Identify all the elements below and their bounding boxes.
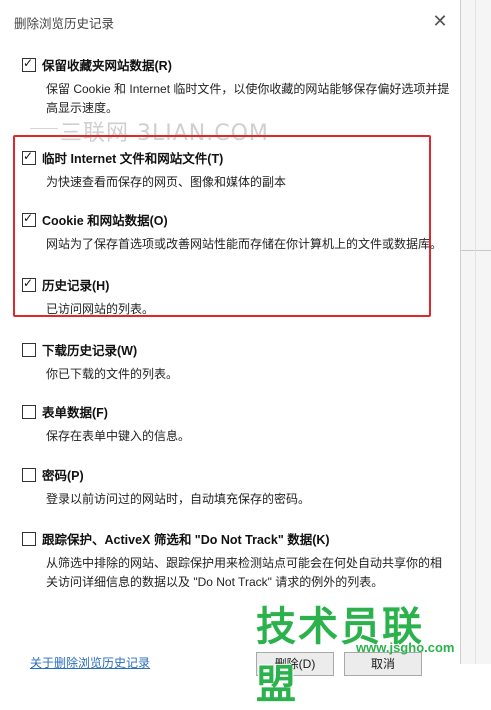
option-label[interactable]: Cookie 和网站数据(O) xyxy=(42,210,168,229)
option-description: 为快速查看而保存的网页、图像和媒体的副本 xyxy=(46,175,287,189)
delete-browsing-history-dialog: 删除浏览历史记录 ✕ ✓ 保留收藏夹网站数据(R) 保留 Cookie 和 In… xyxy=(0,0,461,708)
checkbox-form-data[interactable]: ✓ xyxy=(22,404,36,419)
about-delete-history-link[interactable]: 关于删除浏览历史记录 xyxy=(30,654,150,671)
option-passwords: ✓ 密码(P) 登录以前访问过的网站时，自动填充保存的密码。 xyxy=(22,465,452,509)
option-tracking-protection: ✓ 跟踪保护、ActiveX 筛选和 "Do Not Track" 数据(K) … xyxy=(22,529,452,592)
checkbox-download-history[interactable]: ✓ xyxy=(22,342,36,357)
checkbox-passwords[interactable]: ✓ xyxy=(22,467,36,482)
checkbox-temp-internet-files[interactable]: ✓ xyxy=(22,148,36,165)
option-preserve-favorites: ✓ 保留收藏夹网站数据(R) 保留 Cookie 和 Internet 临时文件… xyxy=(22,55,452,118)
option-label[interactable]: 下载历史记录(W) xyxy=(42,340,137,359)
logo-url: www.jsgho.com xyxy=(356,640,455,655)
option-label[interactable]: 密码(P) xyxy=(42,465,84,484)
option-description: 登录以前访问过的网站时，自动填充保存的密码。 xyxy=(46,492,311,506)
option-download-history: ✓ 下载历史记录(W) 你已下载的文件的列表。 xyxy=(22,340,452,384)
option-cookies: ✓ Cookie 和网站数据(O) 网站为了保存首选项或改善网站性能而存储在你计… xyxy=(22,210,452,254)
option-history: ✓ 历史记录(H) 已访问网站的列表。 xyxy=(22,275,452,319)
watermark-line xyxy=(30,128,58,129)
checkbox-tracking-protection[interactable]: ✓ xyxy=(22,531,36,546)
option-label[interactable]: 跟踪保护、ActiveX 筛选和 "Do Not Track" 数据(K) xyxy=(42,529,330,548)
watermark-logo: 技术员联盟 www.jsgho.com xyxy=(256,594,460,710)
checkbox-preserve-favorites[interactable]: ✓ xyxy=(22,55,36,72)
option-label[interactable]: 临时 Internet 文件和网站文件(T) xyxy=(42,148,223,167)
option-form-data: ✓ 表单数据(F) 保存在表单中键入的信息。 xyxy=(22,402,452,446)
option-label[interactable]: 表单数据(F) xyxy=(42,402,108,421)
option-description: 网站为了保存首选项或改善网站性能而存储在你计算机上的文件或数据库。 xyxy=(46,237,443,251)
option-description: 你已下载的文件的列表。 xyxy=(46,367,179,381)
check-mark-icon: ✓ xyxy=(23,210,34,225)
option-label[interactable]: 历史记录(H) xyxy=(42,275,109,294)
background-divider xyxy=(475,0,476,664)
close-icon[interactable]: ✕ xyxy=(428,9,452,33)
title-bar: 删除浏览历史记录 ✕ xyxy=(0,0,460,40)
check-mark-icon: ✓ xyxy=(23,275,34,290)
option-description: 保存在表单中键入的信息。 xyxy=(46,429,191,443)
background-divider xyxy=(461,250,491,251)
option-description: 保留 Cookie 和 Internet 临时文件，以使你收藏的网站能够保存偏好… xyxy=(46,82,450,115)
checkbox-cookies[interactable]: ✓ xyxy=(22,210,36,227)
option-description: 从筛选中排除的网站、跟踪保护用来检测站点可能会在何处自动共享你的相关访问详细信息… xyxy=(46,556,443,589)
option-temp-internet-files: ✓ 临时 Internet 文件和网站文件(T) 为快速查看而保存的网页、图像和… xyxy=(22,148,452,192)
option-description: 已访问网站的列表。 xyxy=(46,302,155,316)
check-mark-icon: ✓ xyxy=(23,55,34,70)
background-window-strip xyxy=(461,0,491,664)
check-mark-icon: ✓ xyxy=(23,148,34,163)
checkbox-history[interactable]: ✓ xyxy=(22,275,36,292)
option-label[interactable]: 保留收藏夹网站数据(R) xyxy=(42,55,172,74)
dialog-title: 删除浏览历史记录 xyxy=(14,17,115,31)
